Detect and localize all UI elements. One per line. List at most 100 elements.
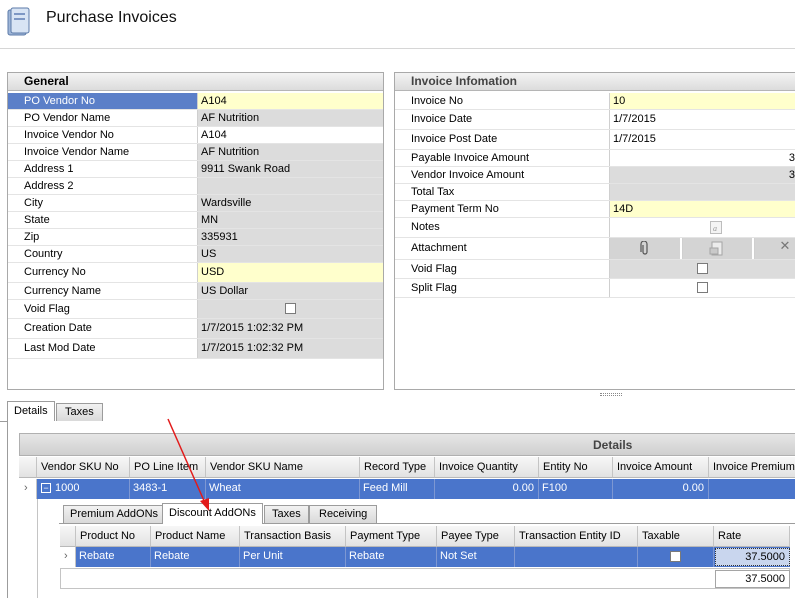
tab-taxes[interactable]: Taxes [56, 403, 103, 421]
field-invoice-date: Invoice Date 1/7/2015 [395, 110, 795, 130]
invoice-no-input[interactable]: 10 [609, 93, 795, 109]
field-address-1: Address 1 9911 Swank Road [8, 161, 383, 178]
general-panel-title: General [8, 73, 383, 91]
cell-vendor-sku-name[interactable]: Wheat [206, 479, 360, 499]
col-record-type[interactable]: Record Type [360, 457, 435, 478]
field-label: Currency Name [24, 285, 102, 297]
state-value: MN [197, 212, 383, 228]
subtab-premium-addons[interactable]: Premium AddONs [63, 505, 166, 523]
rate-total: 37.5000 [715, 570, 790, 588]
row-indicator: › [19, 479, 37, 499]
annotation-arrow-icon [167, 418, 209, 511]
field-invoice-post-date: Invoice Post Date 1/7/2015 [395, 130, 795, 150]
col-transaction-entity-id[interactable]: Transaction Entity ID [515, 526, 638, 547]
cell-product-name[interactable]: Rebate [151, 547, 240, 567]
field-label: Invoice Post Date [411, 133, 498, 145]
field-invoice-vendor-no: Invoice Vendor No A104 [8, 127, 383, 144]
collapse-icon[interactable]: − [41, 483, 51, 493]
field-label: Split Flag [411, 282, 457, 294]
window-header: Purchase Invoices [0, 0, 795, 49]
field-state: State MN [8, 212, 383, 229]
field-label: Vendor Invoice Amount [411, 169, 525, 181]
col-entity-no[interactable]: Entity No [539, 457, 613, 478]
last-mod-date-value: 1/7/2015 1:02:32 PM [197, 339, 383, 358]
discount-totals-row [60, 568, 790, 589]
col-product-no[interactable]: Product No [76, 526, 151, 547]
col-vendor-sku-no[interactable]: Vendor SKU No [37, 457, 130, 478]
attach-button[interactable] [609, 238, 680, 259]
country-value: US [197, 246, 383, 262]
cell-transaction-basis[interactable]: Per Unit [240, 547, 346, 567]
field-label: Invoice Date [411, 113, 473, 125]
attachment-view-button[interactable] [682, 238, 752, 259]
col-transaction-basis[interactable]: Transaction Basis [240, 526, 346, 547]
invoice-info-panel: Invoice Infomation Invoice No 10 Invoice… [394, 72, 795, 390]
cell-invoice-quantity[interactable]: 0.00 [435, 479, 539, 499]
cell-rate[interactable]: 37.5000 [715, 548, 790, 566]
cell-payee-type[interactable]: Not Set [437, 547, 515, 567]
payable-invoice-amount-input[interactable]: 3 [609, 150, 795, 166]
notes-cell: a [609, 218, 795, 237]
field-label: State [24, 214, 50, 226]
col-invoice-quantity[interactable]: Invoice Quantity [435, 457, 539, 478]
field-currency-name: Currency Name US Dollar [8, 283, 383, 300]
field-label: Payable Invoice Amount [411, 152, 530, 164]
col-vendor-sku-name[interactable]: Vendor SKU Name [206, 457, 360, 478]
taxable-checkbox[interactable] [670, 550, 681, 562]
row-header-col [19, 457, 37, 478]
subtab-taxes[interactable]: Taxes [264, 505, 309, 523]
splitter-handle[interactable] [600, 393, 622, 396]
page-title: Purchase Invoices [46, 9, 177, 26]
currency-no-input[interactable]: USD [197, 263, 383, 282]
field-label: Invoice Vendor No [24, 129, 114, 141]
field-label: PO Vendor No [8, 93, 197, 109]
cell-payment-type[interactable]: Rebate [346, 547, 437, 567]
void-flag-checkbox[interactable] [285, 302, 296, 314]
cell-invoice-premiums[interactable] [709, 479, 795, 499]
cell-invoice-amount[interactable]: 0.00 [613, 479, 709, 499]
col-rate[interactable]: Rate [714, 526, 790, 547]
field-attachment: Attachment ✕ [395, 238, 795, 260]
tab-details[interactable]: Details [7, 401, 55, 422]
field-currency-no: Currency No USD [8, 263, 383, 283]
col-invoice-premiums[interactable]: Invoice Premiums [709, 457, 795, 478]
cell-transaction-entity-id[interactable] [515, 547, 638, 567]
invoice-post-date-input[interactable]: 1/7/2015 [609, 130, 795, 149]
field-payment-term-no: Payment Term No 14D [395, 201, 795, 218]
notes-edit-icon[interactable]: a [710, 221, 722, 234]
col-product-name[interactable]: Product Name [151, 526, 240, 547]
cell-product-no[interactable]: Rebate [76, 547, 151, 567]
subtab-receiving[interactable]: Receiving [309, 505, 378, 523]
col-invoice-amount[interactable]: Invoice Amount [613, 457, 709, 478]
cell-entity-no[interactable]: F100 [539, 479, 613, 499]
details-grid-title-bar: Details [19, 433, 795, 456]
field-label: Invoice No [411, 95, 463, 107]
field-payable-invoice-amount: Payable Invoice Amount 3 [395, 150, 795, 167]
cell-record-type[interactable]: Feed Mill [360, 479, 435, 499]
payment-term-no-input[interactable]: 14D [609, 201, 795, 217]
field-label: City [24, 197, 43, 209]
cell-taxable [638, 547, 714, 567]
svg-text:a: a [713, 224, 717, 233]
field-split-flag: Split Flag [395, 279, 795, 298]
field-label: Last Mod Date [24, 342, 96, 354]
discount-row-header-col [60, 526, 76, 547]
col-payment-type[interactable]: Payment Type [346, 526, 437, 547]
field-label: Total Tax [411, 186, 455, 198]
invoice-void-flag-checkbox[interactable] [697, 262, 708, 274]
po-vendor-no-input[interactable]: A104 [197, 93, 383, 109]
attachment-delete-button[interactable]: ✕ [754, 238, 795, 259]
invoice-date-input[interactable]: 1/7/2015 [609, 110, 795, 129]
field-invoice-no: Invoice No 10 [395, 93, 795, 110]
col-payee-type[interactable]: Payee Type [437, 526, 515, 547]
field-po-vendor-no[interactable]: PO Vendor No A104 [8, 93, 383, 110]
invoice-void-flag-cell [609, 260, 795, 278]
split-flag-checkbox[interactable] [697, 281, 708, 293]
split-flag-cell [609, 279, 795, 297]
cell-vendor-sku-no[interactable]: 1000 [52, 479, 130, 499]
field-label: Address 2 [24, 180, 74, 192]
invoice-vendor-no-input[interactable]: A104 [197, 127, 383, 143]
details-area: Details Vendor SKU No PO Line Item Vendo… [7, 421, 795, 598]
field-label: Invoice Vendor Name [24, 146, 130, 158]
col-taxable[interactable]: Taxable [638, 526, 714, 547]
